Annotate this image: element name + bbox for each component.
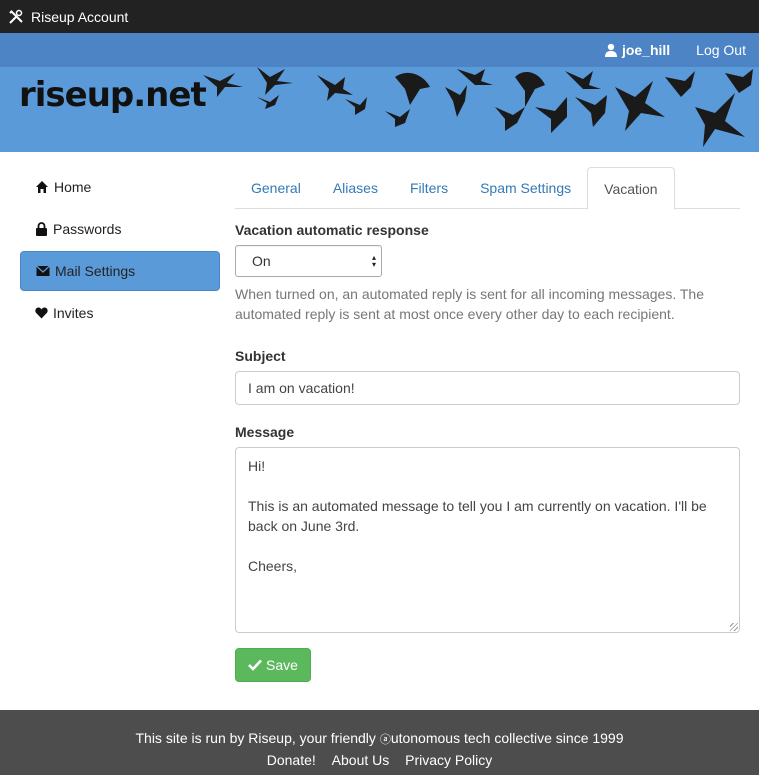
- footer-text-end: utonomous tech collective since 1999: [390, 730, 624, 746]
- tools-icon: [9, 9, 23, 24]
- user-menu[interactable]: joe_hill: [604, 42, 670, 58]
- sidebar-item-passwords[interactable]: Passwords: [20, 209, 220, 249]
- home-icon: [36, 181, 48, 193]
- message-label: Message: [235, 424, 295, 440]
- subject-input[interactable]: I am on vacation!: [235, 371, 740, 405]
- lock-icon: [36, 222, 47, 236]
- envelope-icon: [36, 265, 50, 276]
- sidebar-item-label: Mail Settings: [55, 263, 136, 279]
- privacy-policy-link[interactable]: Privacy Policy: [405, 752, 492, 768]
- tab-vacation[interactable]: Vacation: [587, 167, 675, 210]
- message-text: Hi! This is an automated message to tell…: [248, 458, 707, 574]
- tab-spam-settings[interactable]: Spam Settings: [464, 167, 587, 208]
- sidebar-item-home[interactable]: Home: [20, 167, 220, 207]
- logout-link[interactable]: Log Out: [696, 42, 746, 58]
- username: joe_hill: [621, 42, 671, 58]
- sidebar-item-label: Home: [54, 179, 92, 195]
- sidebar-item-invites[interactable]: Invites: [20, 293, 220, 333]
- heart-icon: [35, 307, 48, 319]
- subject-label: Subject: [235, 348, 286, 364]
- vacation-help-text: When turned on, an automated reply is se…: [235, 286, 704, 322]
- vacation-form: Vacation automatic response On ▴ ▾ When t…: [235, 222, 740, 682]
- sidebar-item-mail-settings[interactable]: Mail Settings: [20, 251, 220, 291]
- footer: This site is run by Riseup, your friendl…: [0, 710, 759, 775]
- vacation-response-label: Vacation automatic response: [235, 222, 429, 238]
- sidebar-item-label: Invites: [53, 305, 94, 321]
- select-value: On: [252, 253, 271, 269]
- settings-tabs: General Aliases Filters Spam Settings Va…: [235, 167, 740, 210]
- riseup-logo[interactable]: riseup.net: [19, 75, 207, 115]
- birds-illustration: [203, 67, 753, 147]
- save-label: Save: [266, 657, 298, 673]
- tab-filters[interactable]: Filters: [394, 167, 464, 208]
- donate-link[interactable]: Donate!: [267, 752, 316, 768]
- select-arrows-icon: ▴ ▾: [372, 253, 377, 269]
- sidebar: Home Passwords Mail Settings Invites: [20, 167, 220, 335]
- footer-text-start: This site is run by Riseup, your friendl…: [135, 730, 380, 746]
- resize-handle[interactable]: [730, 623, 738, 631]
- anarchy-a-icon: ⓐ: [379, 734, 391, 746]
- sidebar-item-label: Passwords: [53, 221, 122, 237]
- save-button[interactable]: Save: [235, 648, 311, 682]
- user-icon: [604, 43, 617, 57]
- tab-aliases[interactable]: Aliases: [317, 167, 394, 208]
- top-nav: joe_hill Log Out: [0, 33, 759, 67]
- window-titlebar: Riseup Account: [0, 0, 759, 33]
- footer-text: This site is run by Riseup, your friendl…: [0, 728, 759, 750]
- banner: riseup.net: [0, 67, 759, 152]
- tab-general[interactable]: General: [235, 167, 317, 208]
- vacation-response-select[interactable]: On ▴ ▾: [235, 245, 382, 277]
- window-title: Riseup Account: [31, 8, 129, 25]
- about-us-link[interactable]: About Us: [332, 752, 390, 768]
- check-icon: [248, 659, 262, 671]
- footer-links: Donate! About Us Privacy Policy: [0, 750, 759, 770]
- message-textarea[interactable]: Hi! This is an automated message to tell…: [235, 447, 740, 633]
